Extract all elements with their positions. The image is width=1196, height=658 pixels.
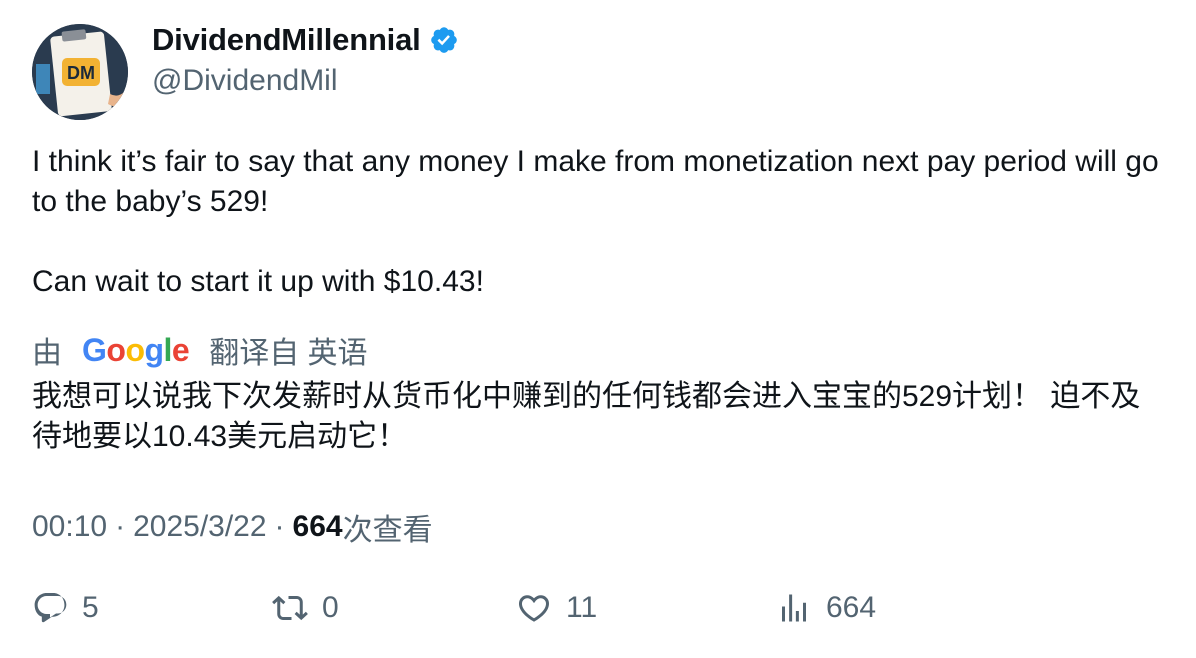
views-action-count: 664 bbox=[826, 591, 877, 624]
translation-attribution: 由 Google 翻译自 英语 bbox=[32, 328, 368, 372]
views-label: 次查看 bbox=[342, 514, 433, 547]
retweet-count: 0 bbox=[322, 591, 339, 624]
tweet-time[interactable]: 00:10 bbox=[32, 510, 107, 544]
retweet-button[interactable]: 0 bbox=[272, 590, 339, 626]
tweet-text: I think it’s fair to say that any money … bbox=[32, 145, 1159, 298]
heart-icon bbox=[518, 595, 550, 622]
author-name-row[interactable]: DividendMillennial bbox=[152, 22, 459, 58]
dm-logo-avatar-icon: DM bbox=[32, 24, 128, 120]
tweet-date[interactable]: 2025/3/22 bbox=[133, 510, 266, 544]
views-button[interactable]: 664 bbox=[776, 590, 876, 626]
google-logo-icon: Google bbox=[82, 331, 190, 368]
author-display-name[interactable]: DividendMillennial bbox=[152, 22, 421, 58]
analytics-icon bbox=[782, 594, 806, 622]
retweet-icon bbox=[272, 595, 308, 621]
views-count: 664 bbox=[292, 510, 343, 543]
reply-count: 5 bbox=[82, 591, 99, 624]
meta-separator: · bbox=[274, 510, 285, 543]
avatar-text: DM bbox=[67, 63, 95, 83]
verified-badge-icon bbox=[430, 27, 457, 53]
translation-prefix: 由 bbox=[32, 337, 62, 370]
translated-text: 我想可以说我下次发薪时从货币化中赚到的任何钱都会进入宝宝的529计划！ 迫不及待… bbox=[32, 380, 1141, 453]
tweet-meta: 00:10 · 2025/3/22 · 664 次查看 bbox=[32, 505, 433, 549]
like-count: 11 bbox=[566, 591, 598, 624]
reply-icon bbox=[34, 593, 67, 623]
reply-button[interactable]: 5 bbox=[32, 590, 99, 626]
author-handle[interactable]: @DividendMil bbox=[152, 64, 338, 98]
avatar[interactable]: DM bbox=[32, 24, 128, 120]
action-bar: 5 0 11 664 bbox=[32, 590, 1172, 634]
translation-suffix: 翻译自 英语 bbox=[209, 337, 368, 370]
like-button[interactable]: 11 bbox=[516, 590, 597, 626]
meta-separator: · bbox=[115, 510, 126, 543]
